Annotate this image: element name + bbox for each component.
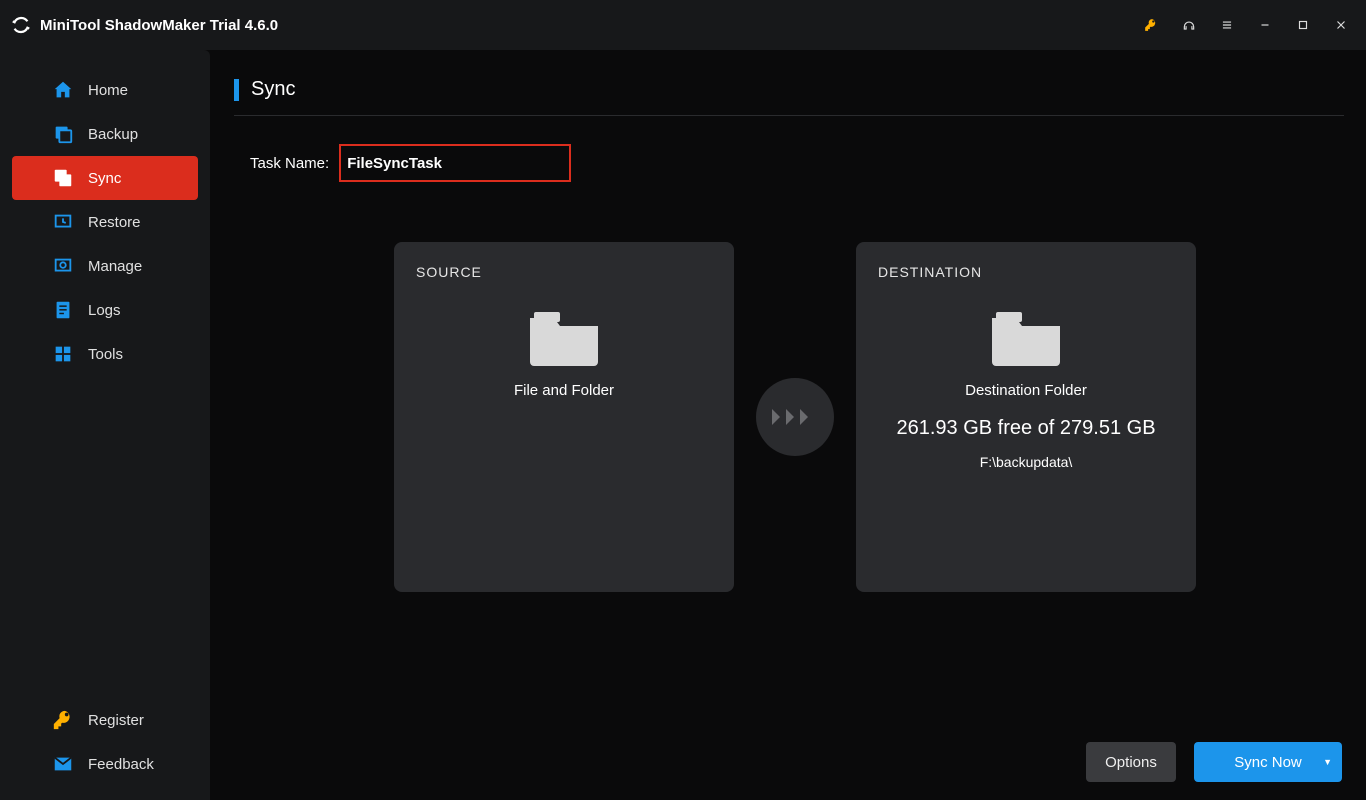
help-icon[interactable] — [1170, 10, 1208, 40]
home-icon — [52, 79, 74, 101]
sidebar-item-home[interactable]: Home — [12, 68, 198, 112]
sidebar-item-register[interactable]: Register — [12, 698, 198, 742]
heading-accent-bar — [234, 79, 239, 101]
arrow-icon — [756, 378, 834, 456]
sync-now-label: Sync Now — [1234, 754, 1302, 771]
sidebar-item-label: Backup — [88, 126, 138, 143]
sidebar-item-tools[interactable]: Tools — [12, 332, 198, 376]
source-title: SOURCE — [416, 264, 712, 280]
restore-icon — [52, 211, 74, 233]
key-icon — [52, 709, 74, 731]
sidebar-item-label: Manage — [88, 258, 142, 275]
manage-icon — [52, 255, 74, 277]
folder-icon — [988, 304, 1064, 366]
sidebar-item-logs[interactable]: Logs — [12, 288, 198, 332]
sidebar-item-label: Sync — [88, 170, 121, 187]
window-close-button[interactable] — [1322, 10, 1360, 40]
sidebar-item-backup[interactable]: Backup — [12, 112, 198, 156]
sync-now-button[interactable]: Sync Now ▼ — [1194, 742, 1342, 782]
source-panel[interactable]: SOURCE File and Folder — [394, 242, 734, 592]
app-title: MiniTool ShadowMaker Trial 4.6.0 — [40, 17, 278, 34]
sidebar-item-label: Restore — [88, 214, 141, 231]
folder-icon — [526, 304, 602, 366]
options-button[interactable]: Options — [1086, 742, 1176, 782]
task-name-input[interactable] — [339, 144, 571, 182]
app-logo-icon — [10, 14, 32, 36]
backup-icon — [52, 123, 74, 145]
divider — [234, 115, 1344, 116]
page-heading: Sync — [251, 78, 295, 101]
task-name-label: Task Name: — [250, 155, 329, 172]
logs-icon — [52, 299, 74, 321]
destination-subtitle: Destination Folder — [878, 382, 1174, 399]
sidebar-item-label: Logs — [88, 302, 121, 319]
destination-path: F:\backupdata\ — [878, 454, 1174, 470]
sidebar: Home Backup Sync Restore Manage Logs Too… — [0, 50, 210, 800]
destination-panel[interactable]: DESTINATION Destination Folder 261.93 GB… — [856, 242, 1196, 592]
source-subtitle: File and Folder — [416, 382, 712, 399]
sidebar-item-label: Tools — [88, 346, 123, 363]
sidebar-item-feedback[interactable]: Feedback — [12, 742, 198, 786]
sidebar-item-sync[interactable]: Sync — [12, 156, 198, 200]
chevron-down-icon: ▼ — [1323, 757, 1332, 767]
sidebar-item-restore[interactable]: Restore — [12, 200, 198, 244]
menu-icon[interactable] — [1208, 10, 1246, 40]
sidebar-item-label: Home — [88, 82, 128, 99]
license-key-icon[interactable] — [1132, 10, 1170, 40]
mail-icon — [52, 753, 74, 775]
window-minimize-button[interactable] — [1246, 10, 1284, 40]
tools-icon — [52, 343, 74, 365]
sidebar-item-label: Feedback — [88, 756, 154, 773]
sidebar-item-label: Register — [88, 712, 144, 729]
sync-icon — [52, 167, 74, 189]
destination-title: DESTINATION — [878, 264, 1174, 280]
destination-free-space: 261.93 GB free of 279.51 GB — [878, 417, 1174, 440]
window-maximize-button[interactable] — [1284, 10, 1322, 40]
sidebar-item-manage[interactable]: Manage — [12, 244, 198, 288]
